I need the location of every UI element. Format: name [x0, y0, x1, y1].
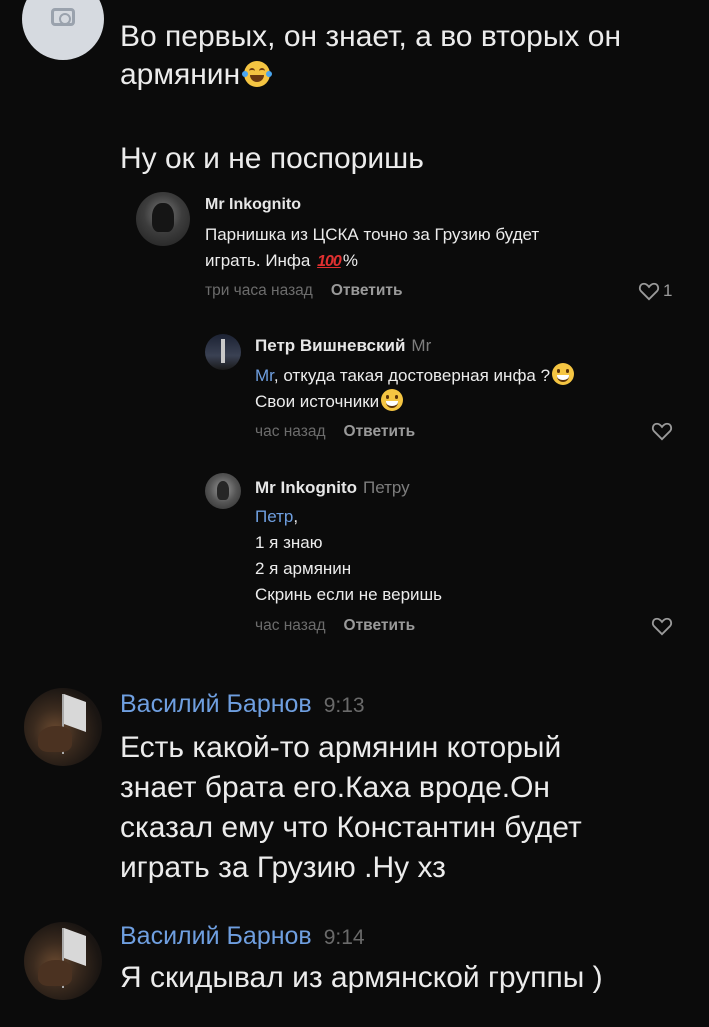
comment-author[interactable]: Mr Inkognito Петру	[255, 478, 410, 498]
heart-icon[interactable]	[651, 421, 673, 441]
like-button[interactable]: 1	[638, 281, 672, 301]
comment-text: Парнишка из ЦСКА точно за Грузию будет и…	[205, 222, 539, 275]
heart-icon[interactable]	[651, 616, 673, 636]
mention-link[interactable]: Mr	[255, 366, 274, 385]
mention-link[interactable]: Петр	[255, 507, 293, 526]
avatar[interactable]	[205, 334, 241, 370]
laughing-emoji-icon	[242, 61, 273, 87]
reply-to: Mr	[411, 336, 432, 355]
avatar[interactable]	[205, 473, 241, 509]
comment-meta: три часа назад Ответить	[205, 282, 402, 300]
comment-time: час назад	[255, 423, 326, 440]
comment-time: три часа назад	[205, 282, 313, 299]
reply-button[interactable]: Ответить	[344, 423, 416, 440]
reply-button[interactable]: Ответить	[331, 282, 403, 299]
message-author[interactable]: Василий Барнов 9:13	[120, 690, 365, 719]
comment-text: Mr, откуда такая достоверная инфа ? Свои…	[255, 363, 575, 415]
reply-button[interactable]: Ответить	[344, 617, 416, 634]
comment-time: час назад	[255, 617, 326, 634]
camera-icon	[51, 8, 75, 26]
avatar[interactable]	[24, 688, 102, 766]
comment-author[interactable]: Mr Inkognito	[205, 196, 301, 214]
message-time: 9:13	[323, 694, 365, 717]
avatar[interactable]	[22, 0, 104, 60]
grinning-emoji-icon	[381, 389, 404, 411]
comment-author[interactable]: Петр Вишневский Mr	[255, 336, 431, 356]
comment-meta: час назад Ответить	[255, 617, 415, 635]
grinning-emoji-icon	[552, 363, 575, 385]
comment-meta: час назад Ответить	[255, 423, 415, 441]
like-count: 1	[663, 281, 673, 300]
avatar[interactable]	[136, 192, 190, 246]
message-author[interactable]: Василий Барнов 9:14	[120, 922, 365, 951]
message-text: Во первых, он знает, а во вторых он армя…	[120, 20, 622, 91]
message-text-2: Ну ок и не поспоришь	[120, 142, 424, 175]
avatar[interactable]	[24, 922, 102, 1000]
heart-icon	[638, 282, 660, 301]
message-text: Есть какой-то армянин который знает брат…	[120, 731, 582, 884]
comment-text: Петр, 1 я знаю 2 я армянин Скринь если н…	[255, 507, 443, 604]
hundred-points-icon: 100	[317, 253, 342, 270]
message-text: Я скидывал из армянской группы )	[120, 961, 603, 994]
message-time: 9:14	[323, 926, 365, 949]
reply-to: Петру	[362, 478, 410, 497]
